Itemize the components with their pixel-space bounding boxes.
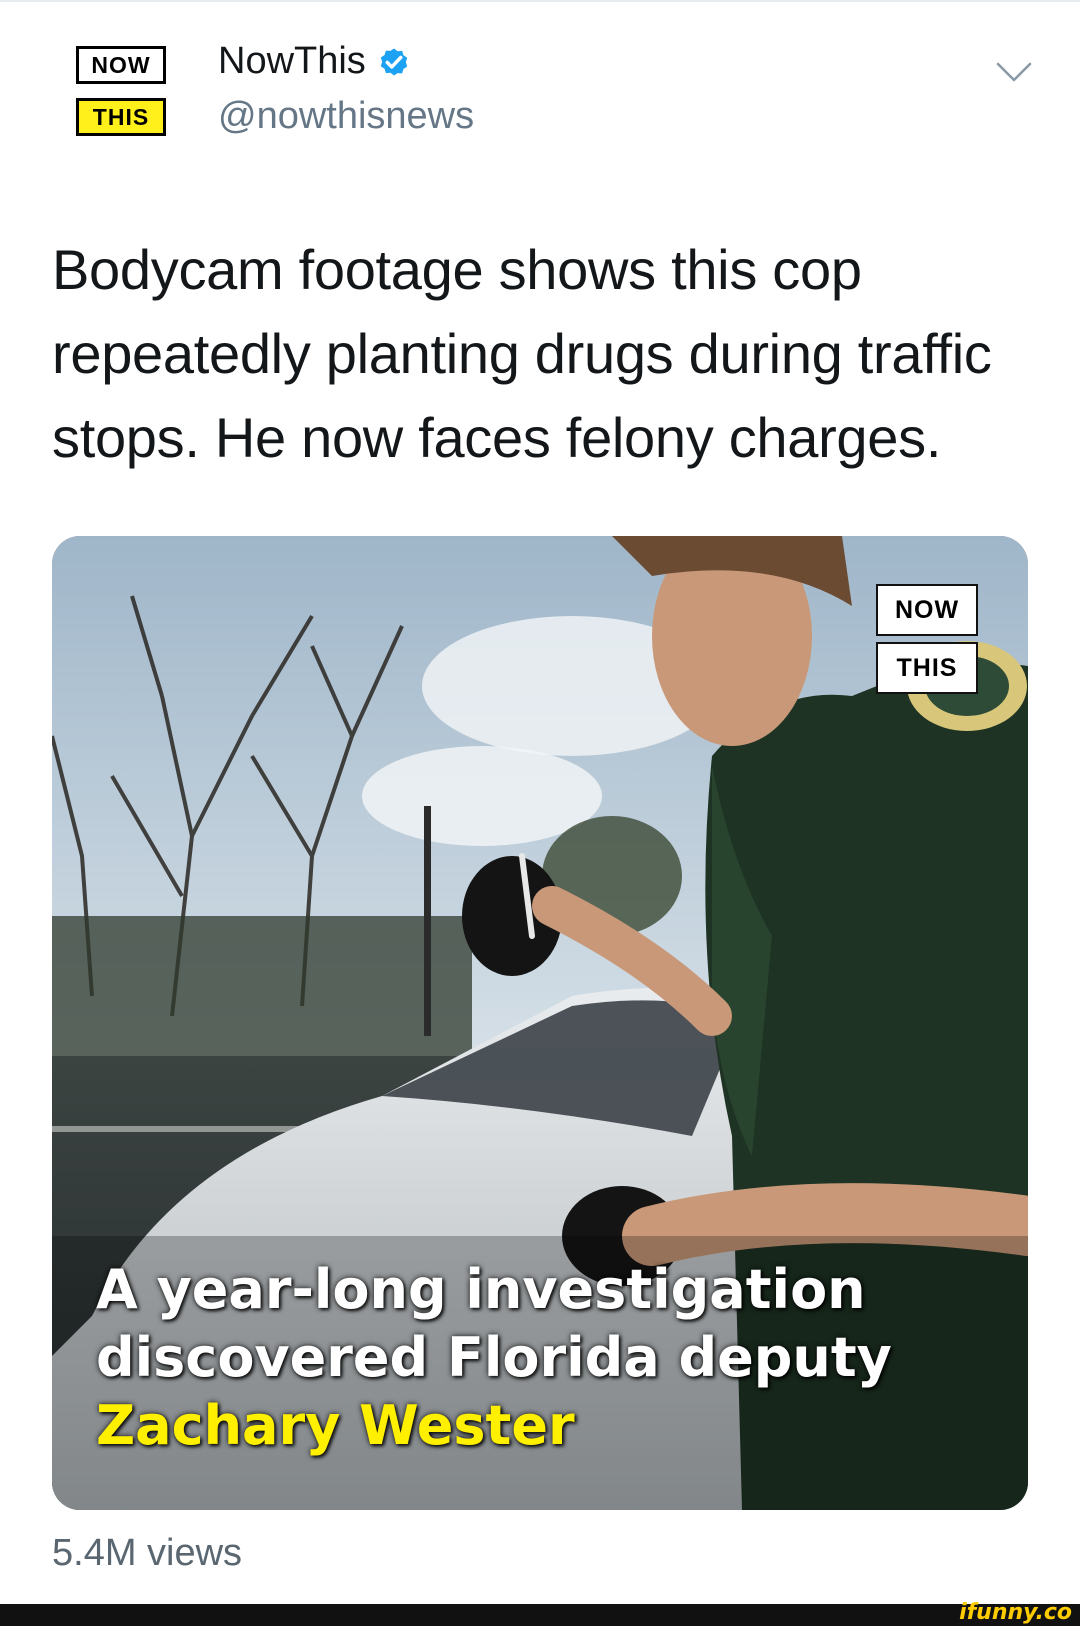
caption-line-3: Zachary Wester	[96, 1394, 575, 1457]
verified-badge-icon	[380, 48, 408, 75]
caption-line-1: A year-long investigation	[96, 1258, 866, 1321]
video-watermark-now: NOW	[876, 584, 978, 636]
avatar-logo-this: THIS	[76, 98, 166, 136]
ifunny-watermark: ifunny.co	[959, 1600, 1072, 1625]
display-name[interactable]: NowThis	[218, 40, 366, 83]
avatar-logo-now: NOW	[76, 46, 166, 84]
avatar[interactable]: NOW THIS	[76, 44, 170, 144]
chevron-down-icon[interactable]	[994, 58, 1034, 86]
name-row: NowThis	[218, 40, 412, 83]
video-caption: A year-long investigation discovered Flo…	[96, 1256, 996, 1460]
view-count: 5.4M views	[52, 1532, 243, 1574]
tweet-text: Bodycam footage shows this cop repeatedl…	[52, 238, 992, 469]
top-border	[0, 0, 1080, 2]
handle[interactable]: @nowthisnews	[218, 95, 474, 138]
video-watermark-this: THIS	[876, 642, 978, 694]
video-media[interactable]: NOW THIS A year-long investigation disco…	[52, 536, 1028, 1510]
footer-bar	[0, 1604, 1080, 1626]
caption-line-2: discovered Florida deputy	[96, 1326, 892, 1389]
